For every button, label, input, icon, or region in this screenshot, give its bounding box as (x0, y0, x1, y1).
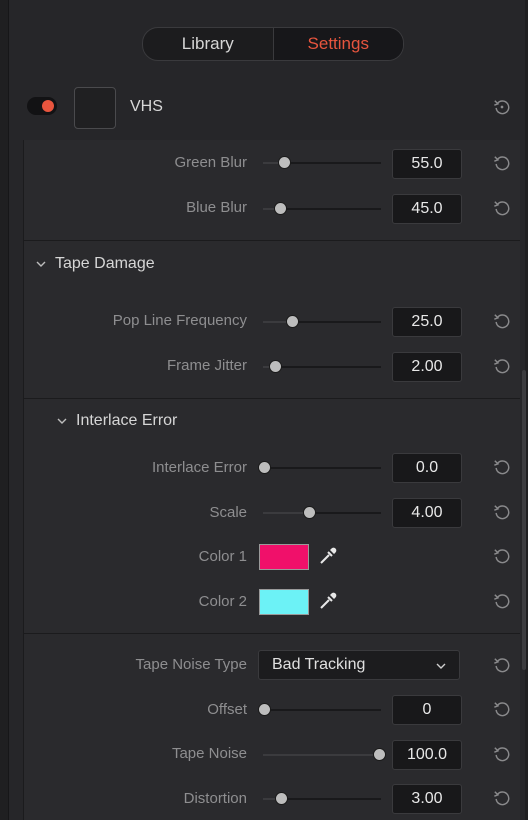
pop-line-frequency-label: Pop Line Frequency (112, 312, 247, 329)
section-divider (24, 240, 520, 241)
effect-title: VHS (130, 98, 163, 115)
scale-label: Scale (209, 504, 247, 521)
tape-noise-type-label: Tape Noise Type (135, 656, 247, 673)
tape-noise-label: Tape Noise (171, 745, 247, 762)
distortion-label: Distortion (183, 790, 247, 807)
tab-library[interactable]: Library (143, 28, 274, 60)
vertical-scrollbar[interactable] (522, 370, 526, 670)
interlace-error-knob[interactable] (259, 462, 270, 473)
frame-jitter-reset-icon[interactable] (491, 355, 513, 377)
offset-label: Offset (207, 701, 247, 718)
color2-reset-icon[interactable] (491, 590, 513, 612)
effect-thumbnail (74, 87, 116, 129)
distortion-reset-icon[interactable] (491, 787, 513, 809)
group-interlace-error-label: Interlace Error (76, 412, 178, 429)
frame-jitter-value[interactable]: 2.00 (392, 352, 462, 382)
group-interlace-error[interactable]: Interlace Error (56, 412, 177, 430)
tape-noise-type-value: Bad Tracking (272, 656, 366, 673)
chevron-down-icon (36, 261, 46, 267)
indent-guide (23, 140, 24, 820)
green-blur-reset-icon[interactable] (491, 152, 513, 174)
blue-blur-knob[interactable] (275, 203, 286, 214)
interlace-error-value[interactable]: 0.0 (392, 453, 462, 483)
offset-slider[interactable] (263, 709, 381, 711)
distortion-value[interactable]: 3.00 (392, 784, 462, 814)
frame-jitter-label: Frame Jitter (166, 357, 247, 374)
tab-switcher: Library Settings (142, 27, 404, 61)
blue-blur-label: Blue Blur (186, 199, 247, 216)
interlace-error-label: Interlace Error (151, 459, 247, 476)
green-blur-label: Green Blur (174, 154, 247, 171)
interlace-error-slider[interactable] (263, 467, 381, 469)
tape-noise-reset-icon[interactable] (491, 743, 513, 765)
color1-swatch[interactable] (259, 544, 309, 570)
scale-knob[interactable] (304, 507, 315, 518)
tape-noise-type-reset-icon[interactable] (491, 654, 513, 676)
eyedropper-icon[interactable] (318, 591, 338, 611)
scale-slider[interactable] (263, 512, 381, 514)
section-divider (24, 633, 520, 634)
blue-blur-value[interactable]: 45.0 (392, 194, 462, 224)
pop-line-frequency-value[interactable]: 25.0 (392, 307, 462, 337)
green-blur-value[interactable]: 55.0 (392, 149, 462, 179)
scale-value[interactable]: 4.00 (392, 498, 462, 528)
group-tape-damage-label: Tape Damage (55, 255, 155, 272)
green-blur-knob[interactable] (279, 157, 290, 168)
distortion-knob[interactable] (276, 793, 287, 804)
chevron-down-icon (436, 663, 446, 669)
tape-noise-value[interactable]: 100.0 (392, 740, 462, 770)
pop-line-frequency-knob[interactable] (287, 316, 298, 327)
group-tape-damage[interactable]: Tape Damage (35, 255, 155, 273)
tab-settings[interactable]: Settings (273, 28, 403, 60)
interlace-error-reset-icon[interactable] (491, 456, 513, 478)
color1-label: Color 1 (198, 548, 247, 565)
scale-reset-icon[interactable] (491, 501, 513, 523)
section-divider (24, 398, 520, 399)
tape-noise-type-select[interactable]: Bad Tracking (258, 650, 460, 680)
chevron-down-icon (57, 418, 67, 424)
frame-jitter-knob[interactable] (270, 361, 281, 372)
tape-noise-slider[interactable] (263, 754, 381, 756)
eyedropper-icon[interactable] (318, 546, 338, 566)
color1-reset-icon[interactable] (491, 545, 513, 567)
effect-enable-toggle[interactable] (27, 97, 57, 115)
offset-knob[interactable] (259, 704, 270, 715)
pop-line-reset-icon[interactable] (491, 310, 513, 332)
pop-line-frequency-slider[interactable] (263, 321, 381, 323)
blue-blur-reset-icon[interactable] (491, 197, 513, 219)
toggle-indicator (42, 100, 54, 112)
offset-value[interactable]: 0 (392, 695, 462, 725)
reset-icon[interactable] (491, 96, 513, 118)
tape-noise-knob[interactable] (374, 749, 385, 760)
offset-reset-icon[interactable] (491, 698, 513, 720)
color2-swatch[interactable] (259, 589, 309, 615)
color2-label: Color 2 (198, 593, 247, 610)
